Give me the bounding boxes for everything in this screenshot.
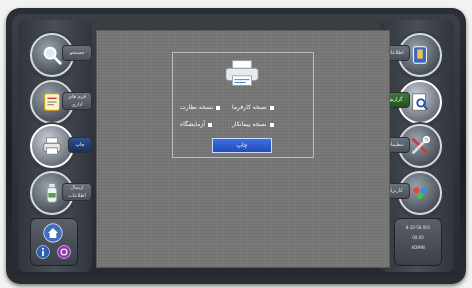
home-icon[interactable] bbox=[43, 223, 63, 243]
option-label: نسخه کارفرما bbox=[232, 104, 267, 111]
status-line-3: ADMIN bbox=[411, 245, 425, 250]
info-icon[interactable] bbox=[36, 245, 50, 259]
bottle-icon bbox=[46, 183, 58, 203]
printer-icon bbox=[225, 60, 259, 86]
users-icon bbox=[413, 187, 427, 199]
power-icon[interactable] bbox=[57, 245, 71, 259]
option-label: نسخه نظارت bbox=[180, 104, 213, 111]
tools-icon bbox=[411, 135, 431, 155]
status-line-2: 00:00 bbox=[412, 235, 424, 240]
option-contractor-copy[interactable]: نسخه پیمانکار bbox=[232, 121, 274, 128]
option-label: آزمایشگاه bbox=[180, 121, 205, 128]
option-checkbox[interactable] bbox=[269, 122, 274, 127]
magnifier-icon bbox=[43, 46, 62, 65]
tab-print[interactable]: چاپ bbox=[68, 137, 92, 153]
option-label: نسخه پیمانکار bbox=[232, 121, 267, 128]
tab-transfer[interactable]: ارسال اطلاعات bbox=[62, 183, 92, 201]
print-button[interactable]: چاپ bbox=[212, 138, 272, 153]
option-checkbox[interactable] bbox=[269, 105, 274, 110]
option-lab-copy[interactable]: آزمایشگاه bbox=[180, 121, 212, 128]
tab-forms-label: فرم های اداری bbox=[68, 94, 86, 108]
tab-forms[interactable]: فرم های اداری bbox=[62, 92, 92, 110]
option-checkbox[interactable] bbox=[216, 105, 220, 110]
tab-search[interactable]: جستجو bbox=[62, 45, 92, 61]
option-supervision-copy[interactable]: نسخه نظارت bbox=[180, 104, 220, 111]
document-search-icon bbox=[412, 93, 428, 111]
tab-search-label: جستجو bbox=[69, 50, 85, 56]
book-icon bbox=[413, 46, 427, 64]
tab-transfer-label: ارسال اطلاعات bbox=[68, 185, 86, 199]
printer-icon bbox=[43, 137, 61, 155]
status-line-1: 8-10-58 001 bbox=[405, 225, 431, 230]
forms-icon bbox=[44, 93, 60, 111]
tab-print-label: چاپ bbox=[75, 142, 85, 148]
option-employer-copy[interactable]: نسخه کارفرما bbox=[232, 104, 274, 111]
home-panel bbox=[30, 218, 78, 266]
option-checkbox[interactable] bbox=[207, 122, 212, 127]
status-panel: 8-10-58 001 00:00 ADMIN bbox=[394, 218, 442, 266]
